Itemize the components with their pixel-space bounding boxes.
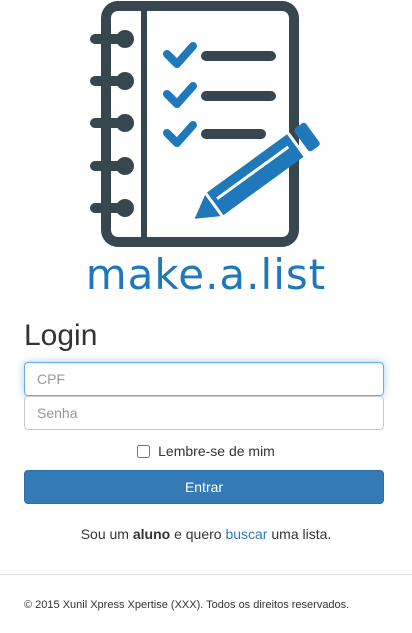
- cpf-input[interactable]: [24, 362, 384, 396]
- remember-me[interactable]: Lembre-se de mim: [0, 440, 412, 462]
- remember-me-label: Lembre-se de mim: [158, 443, 275, 459]
- remember-me-checkbox[interactable]: [137, 444, 151, 458]
- notebook-checklist-pencil-icon: [90, 1, 320, 247]
- student-line-bold: aluno: [132, 526, 171, 542]
- footer-copyright: © 2015 Xunil Xpress Xpertise (XXX). Todo…: [24, 599, 350, 611]
- login-button[interactable]: Entrar: [24, 470, 384, 504]
- password-input[interactable]: [24, 396, 384, 430]
- app-logo: make.a.list: [0, 0, 412, 300]
- footer-divider: [0, 574, 412, 575]
- student-line-middle: e quero: [170, 526, 226, 542]
- student-line-prefix: Sou um: [80, 526, 133, 542]
- search-list-link[interactable]: buscar: [225, 526, 267, 542]
- student-line-suffix: uma lista.: [267, 526, 332, 542]
- page-title: Login: [24, 319, 98, 352]
- student-search-line: Sou um aluno e quero buscar uma lista.: [0, 524, 412, 544]
- logo-text: make.a.list: [85, 250, 327, 299]
